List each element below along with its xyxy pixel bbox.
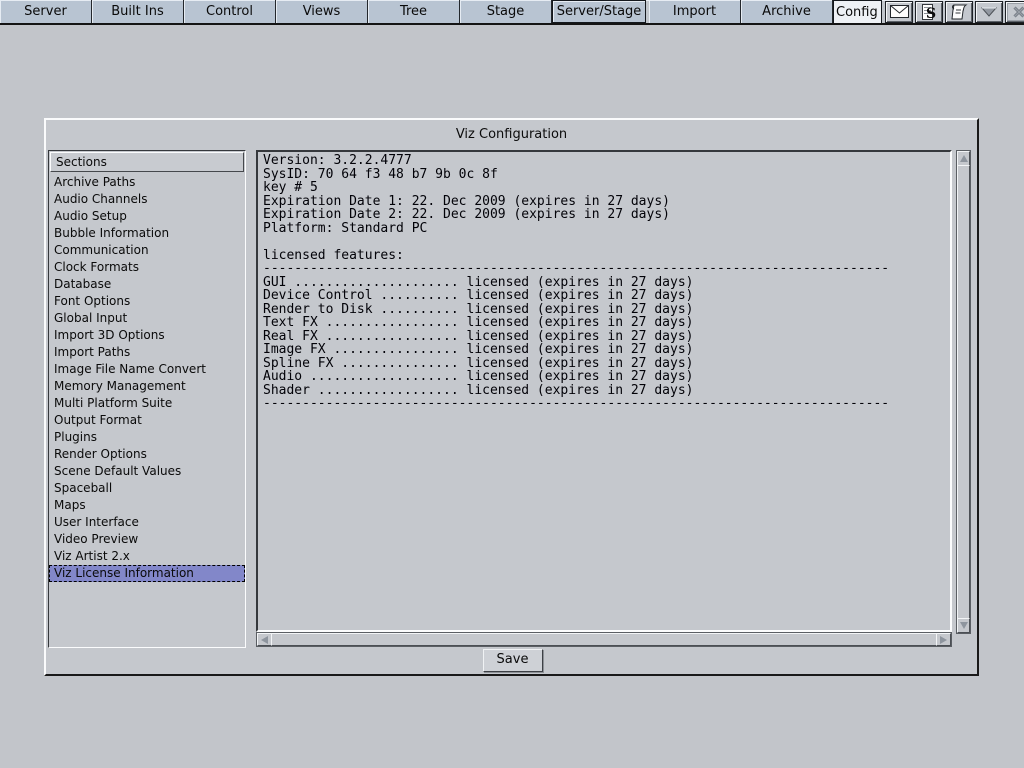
window-buttons: S [885,0,1024,23]
sections-list: Archive PathsAudio ChannelsAudio SetupBu… [49,174,245,582]
tab-tree[interactable]: Tree [368,0,460,23]
tab-import[interactable]: Import [649,0,741,23]
section-item-font-options[interactable]: Font Options [49,293,245,310]
close-icon [1012,6,1024,18]
scroll-right-button[interactable] [936,633,951,646]
license-text-area: Version: 3.2.2.4777 SysID: 70 64 f3 48 b… [256,150,952,632]
section-item-bubble-information[interactable]: Bubble Information [49,225,245,242]
license-info-panel: Version: 3.2.2.4777 SysID: 70 64 f3 48 b… [256,150,970,646]
section-item-output-format[interactable]: Output Format [49,412,245,429]
tab-config[interactable]: Config [833,0,882,23]
menu-tabs: ServerBuilt InsControlViewsTreeStageServ… [0,0,882,23]
arrow-left-icon [261,636,268,644]
script-button[interactable]: S [915,1,943,23]
section-item-global-input[interactable]: Global Input [49,310,245,327]
horizontal-scrollbar[interactable] [256,632,952,647]
tab-archive[interactable]: Archive [741,0,833,23]
license-text: Version: 3.2.2.4777 SysID: 70 64 f3 48 b… [258,152,950,413]
section-item-import-paths[interactable]: Import Paths [49,344,245,361]
section-item-audio-setup[interactable]: Audio Setup [49,208,245,225]
minimize-button[interactable] [975,1,1003,23]
tab-built-ins[interactable]: Built Ins [92,0,184,23]
viz-configuration-window: Viz Configuration Sections Archive Paths… [44,118,979,676]
tab-control[interactable]: Control [184,0,276,23]
section-item-clock-formats[interactable]: Clock Formats [49,259,245,276]
section-item-viz-license-information[interactable]: Viz License Information [49,565,245,582]
sections-panel: Sections Archive PathsAudio ChannelsAudi… [48,150,246,648]
section-item-memory-management[interactable]: Memory Management [49,378,245,395]
svg-text:S: S [926,6,936,20]
minimize-icon [980,6,998,18]
arrow-right-icon [940,636,947,644]
section-item-plugins[interactable]: Plugins [49,429,245,446]
vertical-scrollbar[interactable] [956,150,971,634]
scroll-down-button[interactable] [957,618,970,633]
close-button[interactable] [1005,1,1024,23]
vertical-scrollbar-thumb[interactable] [957,165,970,619]
section-item-image-file-name-convert[interactable]: Image File Name Convert [49,361,245,378]
section-item-multi-platform-suite[interactable]: Multi Platform Suite [49,395,245,412]
arrow-down-icon [960,622,968,629]
section-item-audio-channels[interactable]: Audio Channels [49,191,245,208]
scroll-left-button[interactable] [257,633,272,646]
tab-server[interactable]: Server [0,0,92,23]
tab-stage[interactable]: Stage [460,0,552,23]
scroll-button[interactable] [945,1,973,23]
section-item-spaceball[interactable]: Spaceball [49,480,245,497]
script-icon: S [920,4,938,20]
sections-header: Sections [50,152,244,172]
menu-bar: ServerBuilt InsControlViewsTreeStageServ… [0,0,1024,25]
section-item-scene-default-values[interactable]: Scene Default Values [49,463,245,480]
mail-button[interactable] [885,1,913,23]
arrow-up-icon [960,155,968,162]
mail-icon [890,5,909,18]
section-item-maps[interactable]: Maps [49,497,245,514]
scroll-up-button[interactable] [957,151,970,166]
tab-views[interactable]: Views [276,0,368,23]
section-item-video-preview[interactable]: Video Preview [49,531,245,548]
tab-server-stage[interactable]: Server/Stage [552,0,646,23]
horizontal-scrollbar-thumb[interactable] [271,633,937,646]
section-item-archive-paths[interactable]: Archive Paths [49,174,245,191]
save-button[interactable]: Save [483,649,543,672]
section-item-import-3d-options[interactable]: Import 3D Options [49,327,245,344]
scroll-icon [950,4,968,20]
window-title: Viz Configuration [46,127,977,142]
section-item-communication[interactable]: Communication [49,242,245,259]
section-item-viz-artist-2-x[interactable]: Viz Artist 2.x [49,548,245,565]
section-item-database[interactable]: Database [49,276,245,293]
section-item-render-options[interactable]: Render Options [49,446,245,463]
section-item-user-interface[interactable]: User Interface [49,514,245,531]
